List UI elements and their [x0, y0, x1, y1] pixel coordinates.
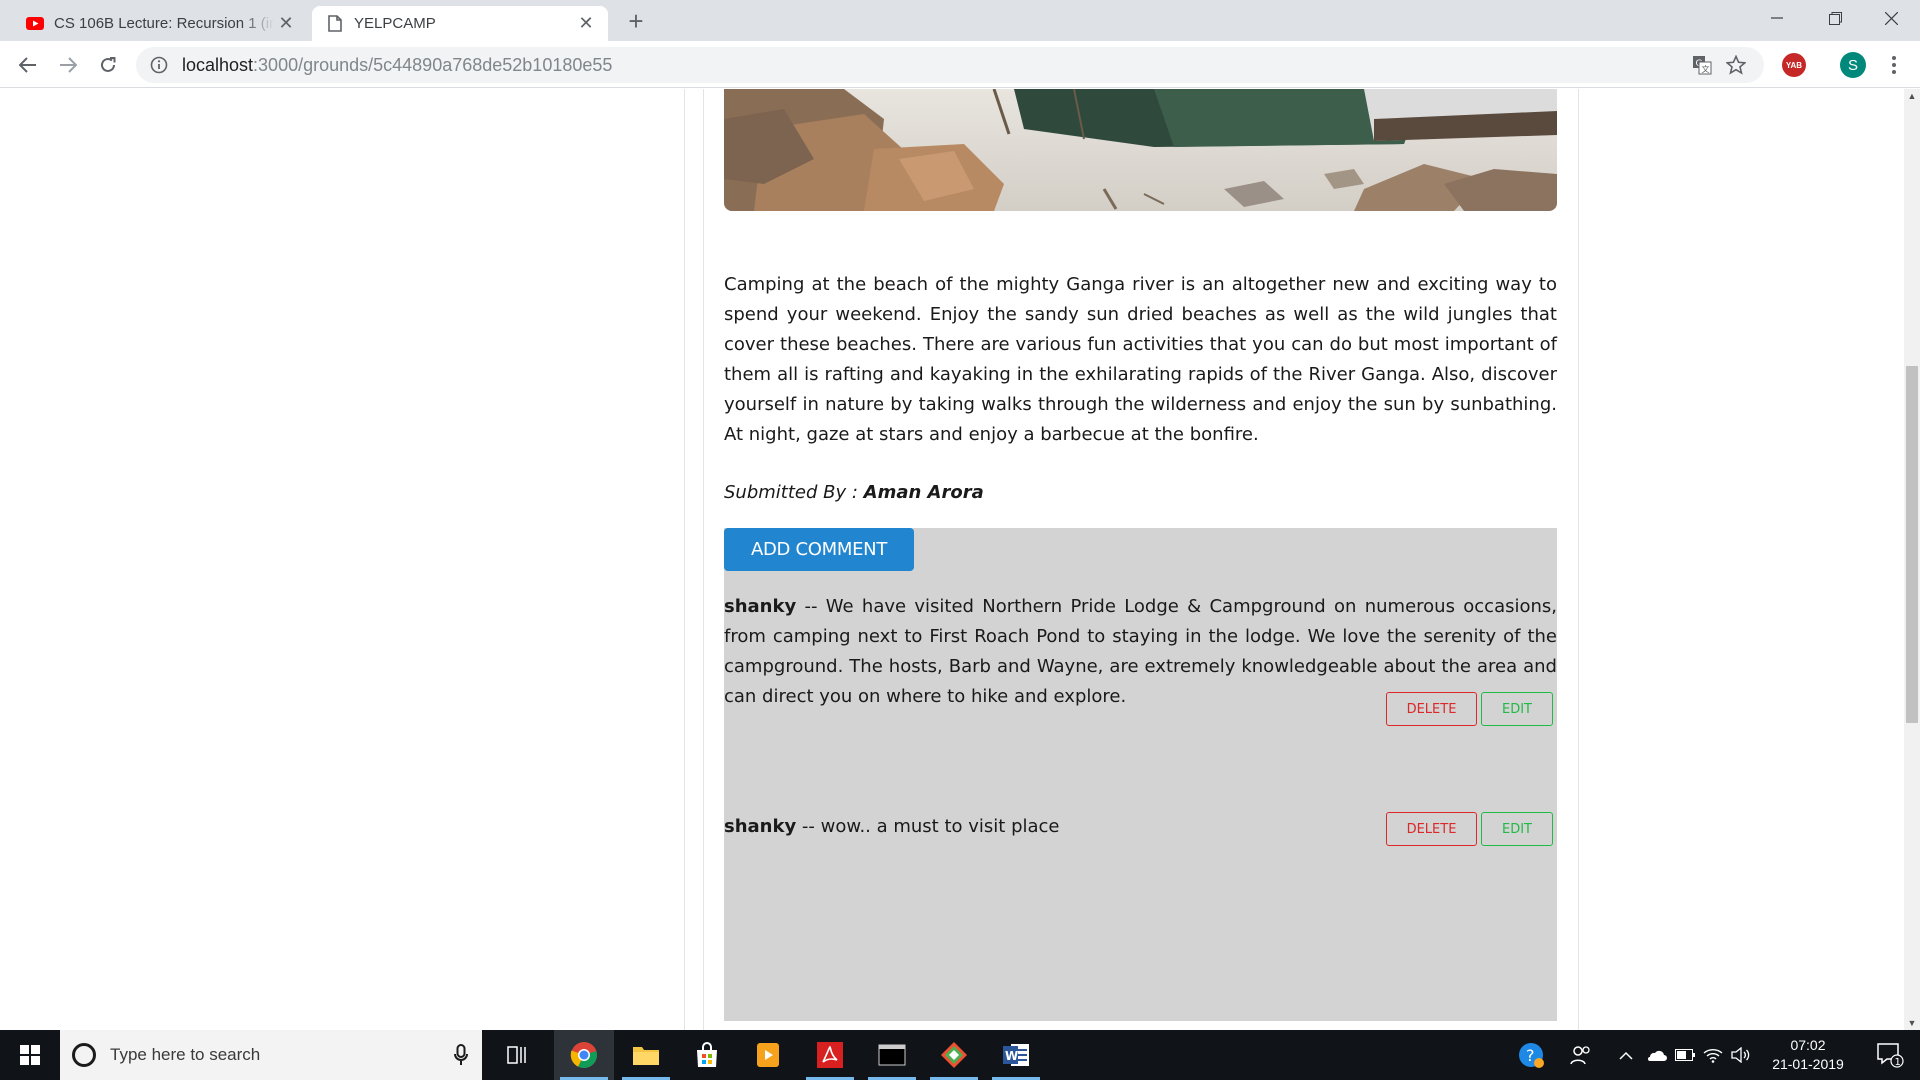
restore-icon[interactable] — [1806, 0, 1864, 36]
tab-strip: CS 106B Lecture: Recursion 1 (int ✕ YELP… — [0, 0, 1920, 41]
menu-dots-icon[interactable] — [1880, 51, 1908, 79]
new-tab-icon[interactable]: + — [622, 6, 650, 36]
submitted-by-label: Submitted By : — [724, 482, 864, 503]
browser-toolbar: localhost:3000/grounds/5c44890a768de52b1… — [0, 41, 1920, 88]
back-icon[interactable] — [12, 49, 44, 81]
scrollbar-thumb[interactable] — [1906, 366, 1918, 723]
notification-count: 1 — [1895, 1057, 1901, 1068]
campground-description: Camping at the beach of the mighty Ganga… — [724, 274, 1557, 445]
submitted-by-author: Aman Arora — [863, 482, 984, 503]
tab-youtube-lecture[interactable]: CS 106B Lecture: Recursion 1 (int ✕ — [12, 6, 308, 41]
profile-avatar[interactable]: S — [1840, 52, 1866, 78]
comment-author: shanky — [724, 596, 797, 617]
comment-text: We have visited Northern Pride Lodge & C… — [724, 596, 1557, 707]
url-host: localhost — [182, 54, 254, 75]
vertical-scrollbar[interactable]: ▲ ▼ — [1904, 89, 1920, 1030]
chevron-up-icon[interactable] — [1614, 1030, 1638, 1080]
file-explorer-icon[interactable] — [616, 1030, 676, 1080]
task-view-icon[interactable] — [488, 1030, 548, 1080]
close-window-icon[interactable] — [1862, 0, 1920, 36]
address-bar[interactable]: localhost:3000/grounds/5c44890a768de52b1… — [136, 47, 1764, 83]
help-icon[interactable]: ? — [1514, 1030, 1548, 1080]
campground-image — [724, 89, 1557, 211]
info-icon[interactable] — [150, 56, 168, 74]
windows-start-icon[interactable] — [0, 1030, 60, 1080]
clock-date: 21-01-2019 — [1772, 1056, 1844, 1072]
page-icon — [326, 15, 344, 33]
comment-separator: -- — [796, 596, 826, 617]
volume-icon[interactable] — [1728, 1030, 1754, 1080]
scroll-down-icon[interactable]: ▼ — [1904, 1016, 1920, 1030]
youtube-icon — [26, 15, 44, 33]
svg-text:文: 文 — [1702, 64, 1710, 74]
edit-comment-button[interactable]: EDIT — [1481, 692, 1553, 726]
people-icon[interactable] — [1566, 1030, 1596, 1080]
windows-taskbar: Type here to search W ? 07:02 21-01-2019… — [0, 1030, 1920, 1080]
taskbar-search-box[interactable]: Type here to search — [60, 1030, 482, 1080]
minimize-icon[interactable] — [1748, 0, 1806, 36]
svg-text:?: ? — [1526, 1046, 1535, 1065]
yab-extension-icon[interactable]: YAB — [1782, 53, 1806, 77]
tab-title: YELPCAMP — [354, 15, 436, 32]
tab-yelpcamp[interactable]: YELPCAMP ✕ — [312, 6, 608, 41]
close-tab-icon[interactable]: ✕ — [274, 12, 298, 36]
submitted-by: Submitted By : Aman Arora — [724, 482, 984, 503]
delete-comment-button[interactable]: DELETE — [1386, 812, 1477, 846]
git-gui-icon[interactable] — [924, 1030, 984, 1080]
wifi-icon[interactable] — [1700, 1030, 1726, 1080]
comment-separator: -- — [796, 816, 821, 837]
svg-text:W: W — [1005, 1049, 1018, 1063]
taskbar-clock[interactable]: 07:02 21-01-2019 — [1760, 1036, 1856, 1074]
chrome-icon[interactable] — [554, 1030, 614, 1080]
delete-comment-button[interactable]: DELETE — [1386, 692, 1477, 726]
microsoft-store-icon[interactable] — [677, 1030, 737, 1080]
edit-comment-button[interactable]: EDIT — [1481, 812, 1553, 846]
close-tab-icon[interactable]: ✕ — [574, 12, 598, 36]
acrobat-icon[interactable] — [800, 1030, 860, 1080]
clock-time: 07:02 — [1790, 1037, 1826, 1053]
terminal-icon[interactable] — [862, 1030, 922, 1080]
comment-text: wow.. a must to visit place — [820, 816, 1060, 837]
bookmark-star-icon[interactable] — [1720, 47, 1752, 83]
media-player-icon[interactable] — [738, 1030, 798, 1080]
microphone-icon[interactable] — [454, 1044, 468, 1066]
add-comment-button[interactable]: ADD COMMENT — [724, 528, 914, 571]
page-viewport: Camping at the beach of the mighty Ganga… — [0, 89, 1904, 1030]
reload-icon[interactable] — [92, 49, 124, 81]
forward-icon[interactable] — [52, 49, 84, 81]
battery-icon[interactable] — [1672, 1030, 1698, 1080]
tab-title: CS 106B Lecture: Recursion 1 (int — [54, 15, 274, 32]
action-center-icon[interactable]: 1 — [1866, 1030, 1914, 1080]
scroll-up-icon[interactable]: ▲ — [1904, 89, 1920, 103]
taskbar-search-placeholder: Type here to search — [110, 1045, 261, 1064]
cortana-icon — [72, 1043, 96, 1067]
sidebar-column — [0, 89, 685, 1030]
translate-icon[interactable]: G文 — [1686, 47, 1718, 83]
url-path: :3000/grounds/5c44890a768de52b10180e55 — [253, 54, 613, 75]
comment-author: shanky — [724, 816, 797, 837]
word-icon[interactable]: W — [986, 1030, 1046, 1080]
onedrive-icon[interactable] — [1642, 1030, 1670, 1080]
